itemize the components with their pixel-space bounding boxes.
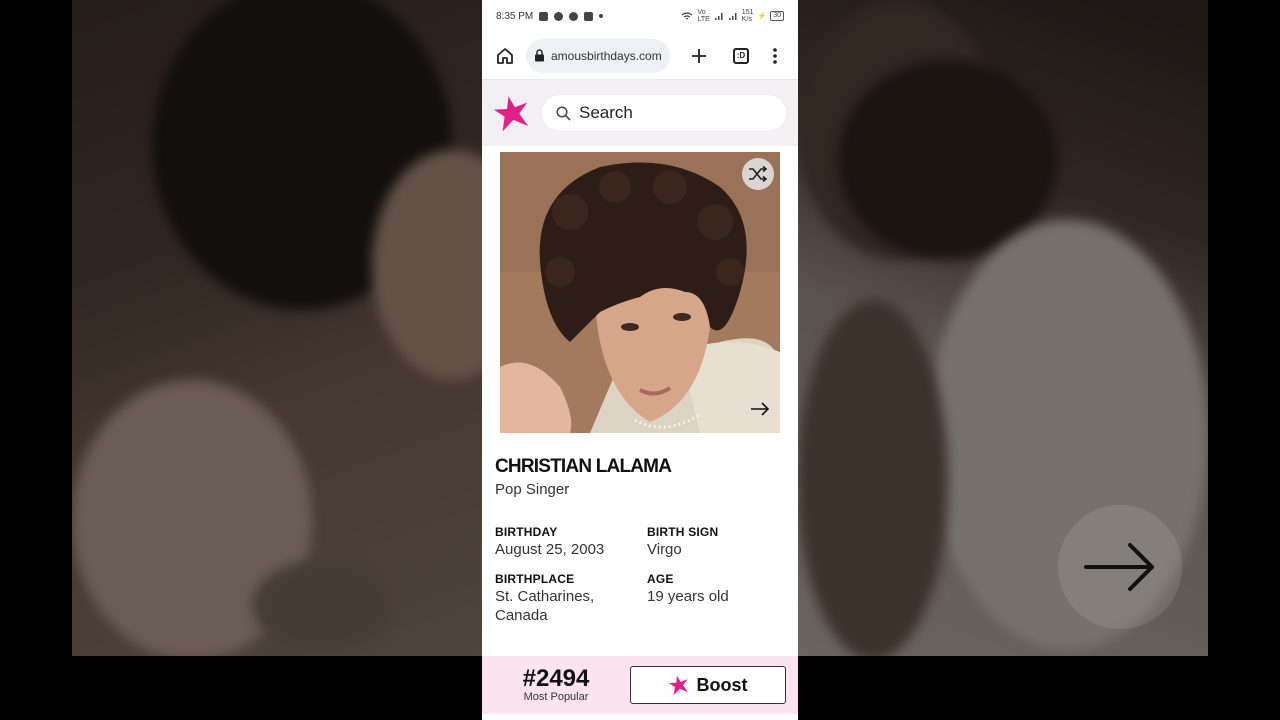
search-icon bbox=[556, 105, 571, 121]
birth-sign-label: BIRTH SIGN bbox=[647, 525, 719, 539]
site-header: Search bbox=[482, 80, 798, 146]
url-text: amousbirthdays.com bbox=[551, 48, 662, 63]
video-frame: 8:35 PM Vo LTE 151 K/s ⚡ 30 amousbirthda… bbox=[0, 0, 1280, 720]
rank-number: #2494 bbox=[522, 665, 590, 692]
birthday-fact: BIRTHDAY August 25, 2003 bbox=[495, 525, 635, 559]
phone-screen: 8:35 PM Vo LTE 151 K/s ⚡ 30 amousbirthda… bbox=[482, 0, 798, 720]
status-bar: 8:35 PM Vo LTE 151 K/s ⚡ 30 bbox=[482, 0, 798, 32]
birthplace-fact: BIRTHPLACE St. Catharines, Canada bbox=[495, 572, 615, 625]
star-icon bbox=[668, 675, 688, 695]
more-vert-icon bbox=[773, 47, 777, 64]
celebrity-profession[interactable]: Pop Singer bbox=[495, 481, 569, 498]
facebook-icon bbox=[569, 11, 579, 21]
tab-count: :D bbox=[733, 47, 749, 64]
popularity-bar: #2494 Most Popular Boost bbox=[482, 656, 798, 714]
birthplace-value[interactable]: St. Catharines, Canada bbox=[495, 587, 615, 625]
browser-toolbar: amousbirthdays.com :D bbox=[482, 32, 798, 80]
search-input[interactable]: Search bbox=[542, 95, 786, 131]
data-speed-icon: 151 K/s bbox=[741, 9, 754, 23]
popularity-rank[interactable]: #2494 Most Popular bbox=[482, 665, 630, 704]
lock-icon bbox=[535, 49, 544, 62]
rank-label: Most Popular bbox=[523, 691, 589, 703]
status-time: 8:35 PM bbox=[496, 10, 534, 22]
age-value: 19 years old bbox=[647, 588, 729, 605]
birth-sign-value[interactable]: Virgo bbox=[647, 540, 787, 559]
next-photo-button[interactable] bbox=[750, 402, 770, 421]
new-tab-button[interactable] bbox=[686, 43, 712, 69]
boost-button[interactable]: Boost bbox=[630, 666, 786, 704]
battery-icon: 30 bbox=[770, 11, 784, 21]
celebrity-name: CHRISTIAN LALAMA bbox=[495, 456, 672, 477]
home-icon bbox=[497, 47, 513, 64]
site-logo-star-icon[interactable] bbox=[494, 95, 530, 131]
shuffle-icon bbox=[749, 166, 768, 182]
browser-menu-button[interactable] bbox=[762, 43, 788, 69]
home-button[interactable] bbox=[492, 43, 518, 69]
shuffle-button[interactable] bbox=[742, 158, 774, 190]
background-next-arrow bbox=[1058, 505, 1182, 629]
tab-switcher-button[interactable]: :D bbox=[728, 43, 754, 69]
plus-icon bbox=[692, 48, 706, 63]
signal-icon-2 bbox=[728, 12, 737, 20]
signal-icon bbox=[714, 12, 723, 20]
arrow-right-icon bbox=[751, 402, 770, 416]
birth-sign-fact: BIRTH SIGN Virgo bbox=[647, 525, 787, 559]
volte-icon: Vo LTE bbox=[697, 9, 710, 23]
profile-photo[interactable] bbox=[500, 152, 780, 433]
telegram-icon bbox=[554, 11, 564, 21]
profile-photo-image bbox=[500, 152, 780, 433]
search-placeholder: Search bbox=[579, 103, 633, 122]
blurred-background-left bbox=[72, 0, 482, 656]
age-label: AGE bbox=[647, 572, 674, 586]
address-bar[interactable]: amousbirthdays.com bbox=[526, 38, 670, 73]
boost-label: Boost bbox=[696, 674, 748, 695]
charging-icon: ⚡ bbox=[757, 13, 767, 20]
notification-icon bbox=[539, 11, 549, 21]
birthday-label: BIRTHDAY bbox=[495, 525, 558, 539]
birthplace-label: BIRTHPLACE bbox=[495, 572, 575, 586]
wifi-icon bbox=[682, 11, 693, 19]
more-notifications-icon bbox=[599, 14, 604, 18]
news-icon bbox=[584, 11, 594, 21]
birthday-value[interactable]: August 25, 2003 bbox=[495, 540, 635, 559]
age-fact: AGE 19 years old bbox=[647, 572, 787, 606]
